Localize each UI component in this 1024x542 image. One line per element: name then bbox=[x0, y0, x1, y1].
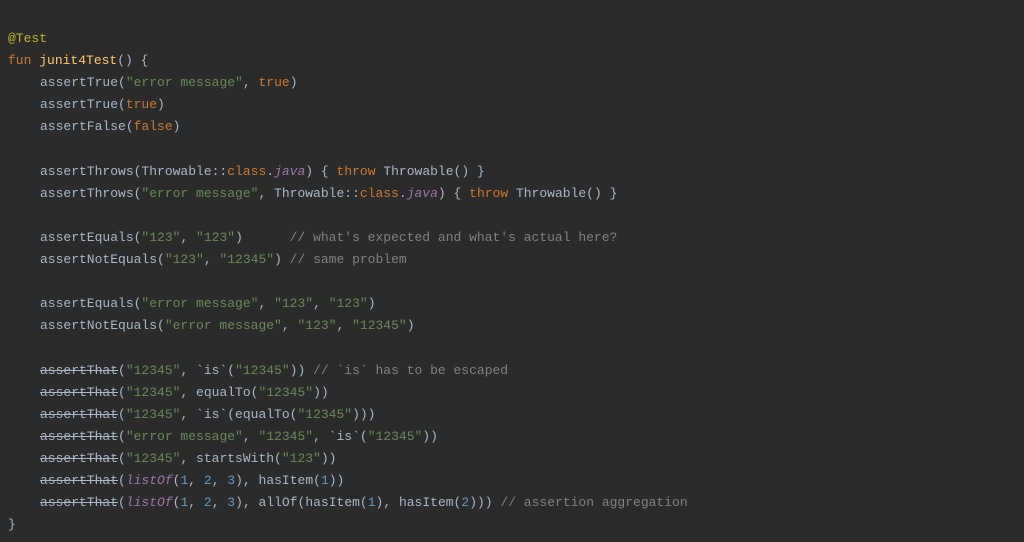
line-fun-decl: fun junit4Test() { bbox=[8, 53, 148, 68]
line-assert-that-startswith: assertThat("12345", startsWith("123")) bbox=[8, 448, 1024, 470]
line-assert-that-hasitem: assertThat(listOf(1, 2, 3), hasItem(1)) bbox=[8, 470, 1024, 492]
line-assert-equals: assertEquals("123", "123") // what's exp… bbox=[8, 227, 1024, 249]
blank-line bbox=[8, 139, 1024, 161]
line-assert-that-msg: assertThat("error message", "12345", `is… bbox=[8, 426, 1024, 448]
line-close-brace: } bbox=[8, 517, 16, 532]
line-assert-false: assertFalse(false) bbox=[8, 116, 1024, 138]
line-assert-throws-msg: assertThrows("error message", Throwable:… bbox=[8, 183, 1024, 205]
line-assert-true-msg: assertTrue("error message", true) bbox=[8, 72, 1024, 94]
line-assert-that-allof: assertThat(listOf(1, 2, 3), allOf(hasIte… bbox=[8, 492, 1024, 514]
blank-line bbox=[8, 205, 1024, 227]
line-assert-that-is-equalto: assertThat("12345", `is`(equalTo("12345"… bbox=[8, 404, 1024, 426]
line-assert-equals-msg: assertEquals("error message", "123", "12… bbox=[8, 293, 1024, 315]
line-assert-that-equalto: assertThat("12345", equalTo("12345")) bbox=[8, 382, 1024, 404]
line-annotation: @Test bbox=[8, 31, 47, 46]
blank-line bbox=[8, 337, 1024, 359]
line-assert-that-is: assertThat("12345", `is`("12345")) // `i… bbox=[8, 360, 1024, 382]
line-assert-not-equals-msg: assertNotEquals("error message", "123", … bbox=[8, 315, 1024, 337]
line-assert-true: assertTrue(true) bbox=[8, 94, 1024, 116]
line-assert-throws: assertThrows(Throwable::class.java) { th… bbox=[8, 161, 1024, 183]
line-assert-not-equals: assertNotEquals("123", "12345") // same … bbox=[8, 249, 1024, 271]
blank-line bbox=[8, 271, 1024, 293]
code-block: @Test fun junit4Test() { assertTrue("err… bbox=[0, 0, 1024, 542]
